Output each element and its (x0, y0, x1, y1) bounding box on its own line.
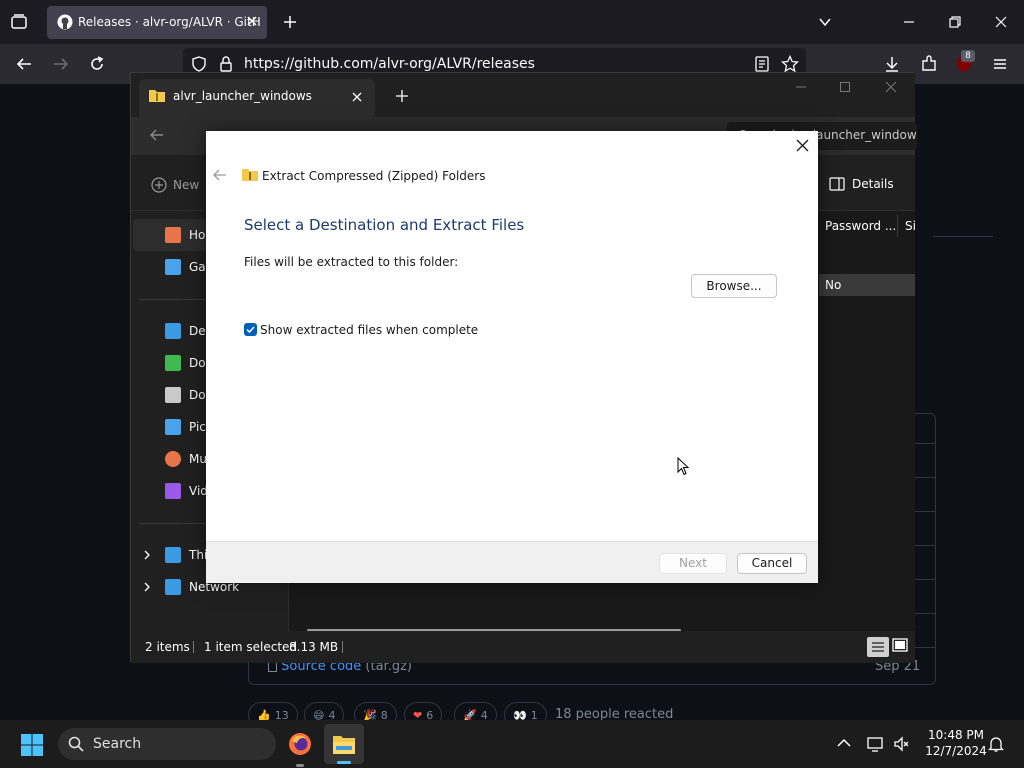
browser-tab-bar: Releases · alvr-org/ALVR · GitH (0, 0, 1024, 44)
status-item-count: 2 items (145, 640, 190, 654)
downloads-icon (165, 355, 181, 371)
show-files-label[interactable]: Show extracted files when complete (260, 323, 478, 337)
bookmark-star-icon[interactable] (781, 55, 799, 73)
explorer-tab[interactable]: alvr_launcher_windows (139, 79, 375, 117)
forward-icon[interactable] (52, 56, 70, 72)
column-divider (897, 215, 898, 237)
new-plus-icon (151, 177, 167, 193)
dialog-footer: Next Cancel (206, 541, 818, 583)
destination-label: Files will be extracted to this folder: (244, 255, 459, 269)
explorer-tab-title: alvr_launcher_windows (173, 89, 312, 103)
network-status-icon[interactable] (867, 736, 885, 752)
browser-tab-title: Releases · alvr-org/ALVR · GitH (78, 15, 261, 29)
notification-bell-icon[interactable] (988, 736, 1004, 752)
chevron-right-icon[interactable] (143, 550, 151, 560)
explorer-status-bar: 2 items 1 item selected 8.13 MB (131, 631, 915, 663)
details-view-icon[interactable] (867, 637, 889, 657)
this-pc-icon (165, 547, 181, 563)
shield-icon[interactable] (191, 56, 207, 72)
home-icon (165, 227, 181, 243)
status-divider (342, 641, 343, 653)
column-header-size[interactable]: Si (905, 219, 916, 233)
new-tab-icon[interactable] (395, 89, 409, 103)
status-divider (193, 641, 194, 653)
extract-dialog: Extract Compressed (Zipped) Folders Sele… (206, 131, 818, 583)
github-divider (933, 236, 993, 237)
zip-folder-icon (242, 167, 258, 181)
explorer-tab-bar: alvr_launcher_windows (131, 73, 915, 117)
tab-list-icon[interactable] (10, 13, 28, 31)
lock-icon[interactable] (219, 56, 233, 72)
dialog-title: Extract Compressed (Zipped) Folders (262, 169, 486, 183)
music-icon (165, 451, 181, 467)
mouse-cursor-icon (677, 457, 689, 476)
file-explorer-icon (333, 736, 355, 754)
close-window-icon[interactable] (885, 81, 897, 93)
url-text[interactable]: https://github.com/alvr-org/ALVR/release… (244, 56, 535, 72)
close-window-icon[interactable] (994, 15, 1008, 29)
videos-icon (165, 483, 181, 499)
close-tab-icon[interactable] (245, 14, 259, 28)
new-label: New (173, 178, 200, 192)
taskbar-time[interactable]: 10:48 PM (916, 728, 996, 742)
new-tab-icon[interactable] (282, 14, 298, 30)
firefox-taskbar-icon[interactable] (288, 732, 312, 756)
back-icon[interactable] (15, 56, 33, 72)
new-button[interactable]: New (151, 177, 199, 193)
file-explorer-taskbar-button[interactable] (324, 724, 364, 764)
checkmark-icon (246, 326, 255, 334)
taskbar-running-indicator (296, 764, 304, 767)
browse-button[interactable]: Browse... (691, 274, 777, 298)
extensions-icon[interactable] (920, 55, 938, 73)
next-button[interactable]: Next (659, 553, 727, 574)
show-files-checkbox[interactable] (244, 323, 257, 336)
list-all-tabs-icon[interactable] (818, 15, 832, 29)
taskbar-search-label: Search (93, 736, 142, 752)
reload-icon[interactable] (88, 55, 106, 73)
cancel-button[interactable]: Cancel (737, 553, 807, 574)
maximize-icon[interactable] (839, 81, 851, 93)
pictures-icon (165, 419, 181, 435)
network-icon (165, 579, 181, 595)
search-icon (68, 736, 84, 752)
status-selection: 1 item selected (204, 640, 298, 654)
restore-icon[interactable] (948, 15, 962, 29)
extension-badge: 8 (961, 50, 975, 62)
details-pane-icon (829, 177, 845, 191)
details-label: Details (852, 177, 894, 191)
desktop-icon (165, 323, 181, 339)
taskbar-active-indicator (337, 761, 351, 764)
minimize-icon[interactable] (795, 81, 807, 93)
taskbar-date[interactable]: 12/7/2024 (916, 744, 996, 758)
minimize-icon[interactable] (902, 15, 916, 29)
close-dialog-icon[interactable] (796, 139, 809, 152)
windows-taskbar: Search 10:48 PM 12/7/2024 (0, 720, 1024, 768)
tiles-view-icon[interactable] (891, 637, 909, 655)
chevron-right-icon[interactable] (143, 582, 151, 592)
gallery-icon (165, 259, 181, 275)
browser-tab-releases[interactable]: Releases · alvr-org/ALVR · GitH (47, 6, 267, 39)
back-icon[interactable] (149, 128, 165, 142)
zip-folder-icon (149, 88, 165, 102)
github-favicon-icon (57, 14, 73, 30)
close-tab-icon[interactable] (351, 91, 363, 103)
reader-view-icon[interactable] (755, 56, 769, 72)
menu-icon[interactable] (992, 56, 1008, 72)
details-button[interactable]: Details (829, 177, 894, 191)
back-icon[interactable] (213, 169, 227, 181)
chevron-up-icon[interactable] (837, 738, 851, 748)
column-header-password[interactable]: Password ... (825, 219, 896, 233)
status-size: 8.13 MB (289, 640, 339, 654)
dialog-heading: Select a Destination and Extract Files (244, 216, 525, 234)
password-protected-value: No (825, 278, 842, 292)
volume-muted-icon[interactable] (893, 736, 909, 752)
documents-icon (165, 387, 181, 403)
start-icon[interactable] (20, 733, 44, 757)
downloads-icon[interactable] (883, 55, 901, 73)
taskbar-search-box[interactable]: Search (58, 728, 276, 760)
